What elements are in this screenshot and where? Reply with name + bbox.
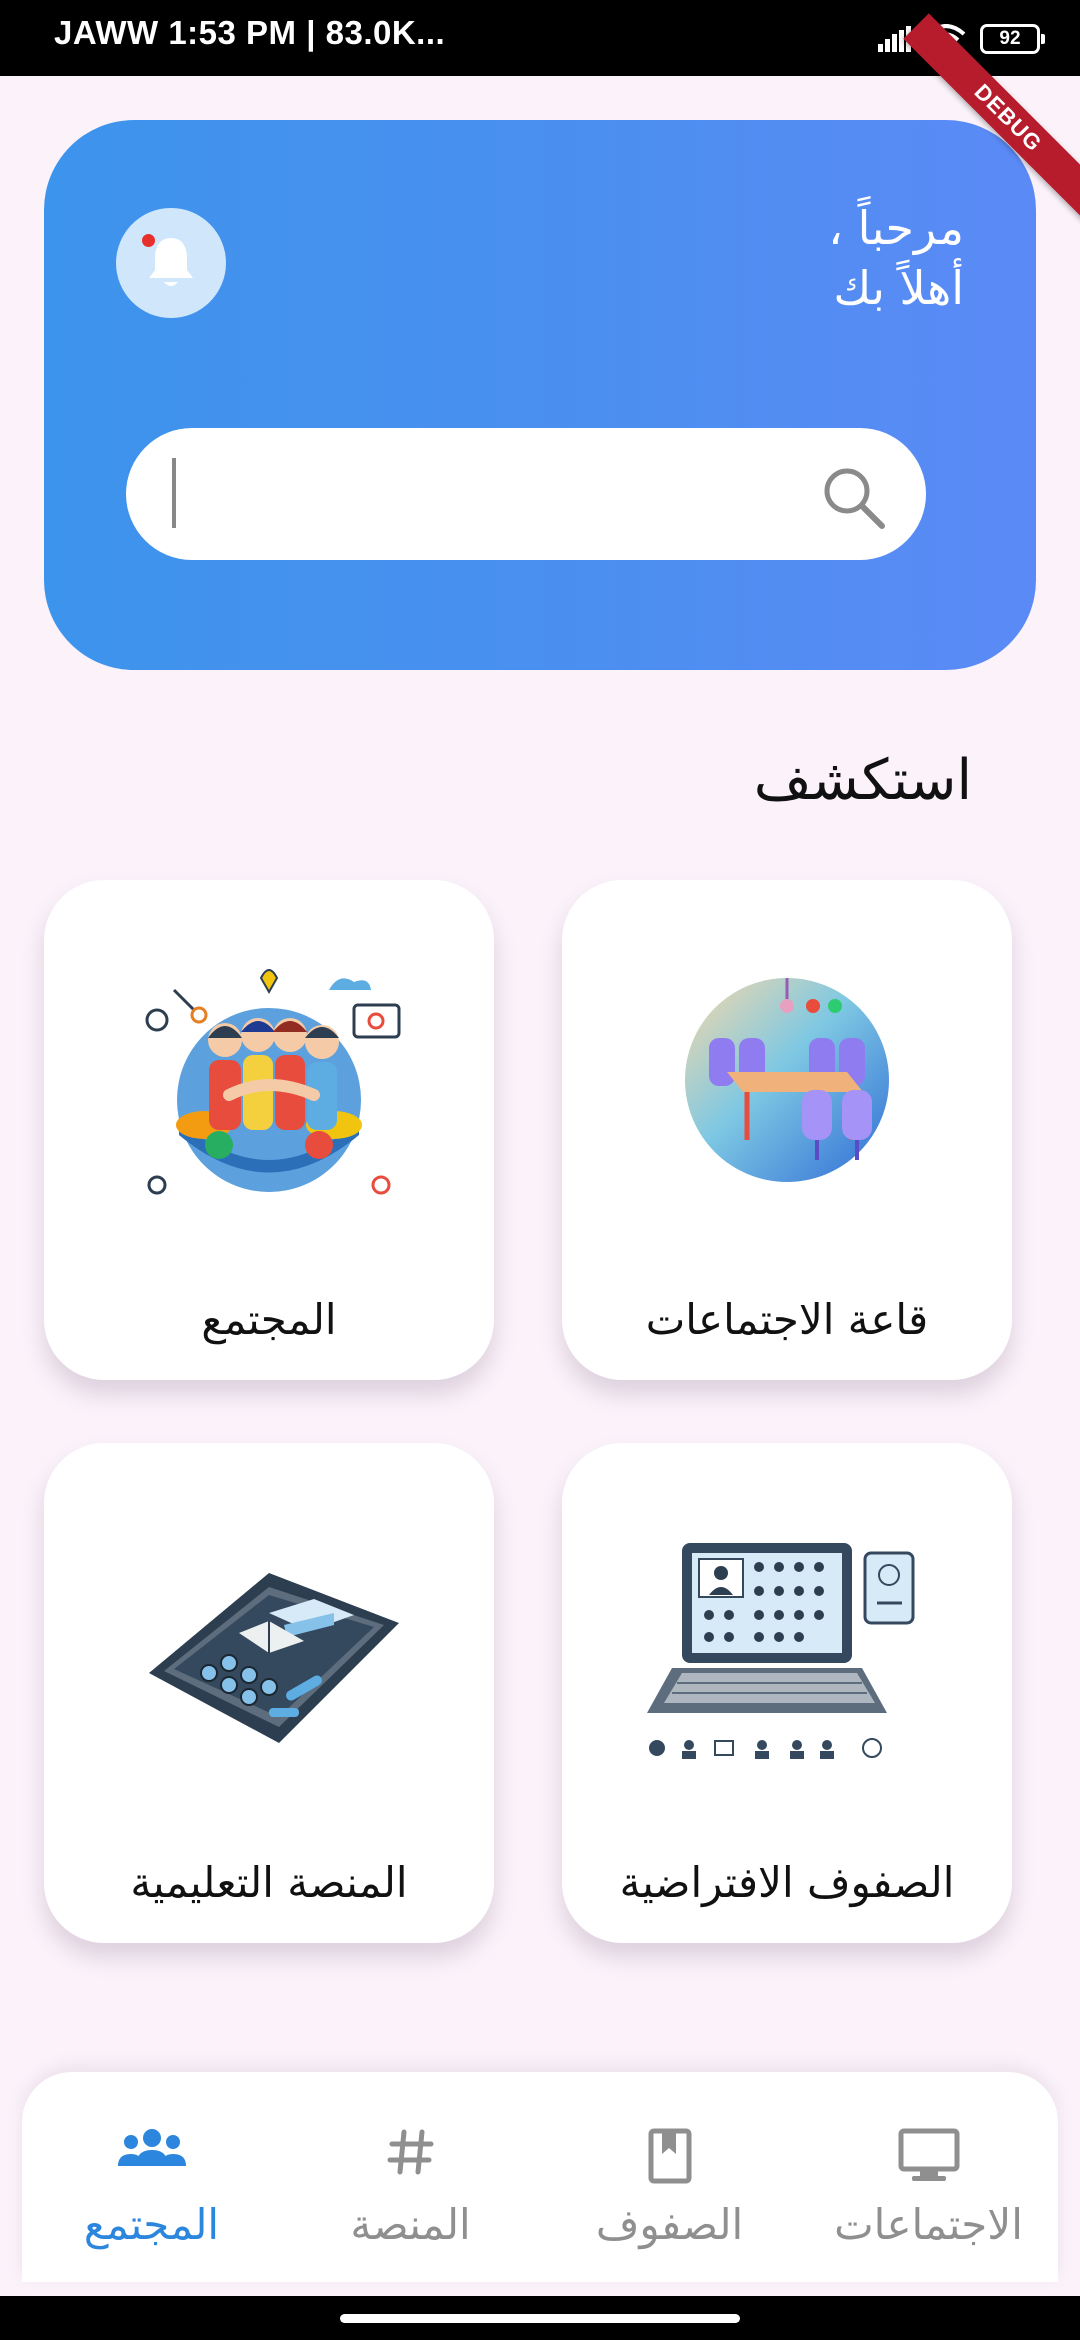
nav-item-platform[interactable]: المنصة bbox=[281, 2072, 540, 2282]
greeting-line-1: مرحباً ، bbox=[828, 201, 964, 255]
virtual-classes-card-label: الصفوف الافتراضية bbox=[619, 1858, 955, 1907]
greeting-line-2: أهلاً بك bbox=[833, 261, 964, 315]
education-platform-card-label: المنصة التعليمية bbox=[130, 1858, 408, 1907]
community-card[interactable]: المجتمع bbox=[44, 880, 494, 1380]
nav-label-classes: الصفوف bbox=[595, 2200, 744, 2249]
nav-label-platform: المنصة bbox=[350, 2200, 471, 2249]
bell-icon bbox=[149, 238, 193, 286]
meeting-room-illustration bbox=[685, 978, 889, 1182]
nav-label-meetings: الاجتماعات bbox=[834, 2200, 1023, 2249]
virtual-classroom-illustration bbox=[647, 1543, 915, 1759]
community-card-label: المجتمع bbox=[201, 1295, 337, 1344]
status-bar-text: JAWW⁠ 1:53 PM | 83.0K... bbox=[54, 14, 446, 51]
search-icon[interactable] bbox=[820, 464, 886, 530]
explore-title: استكشف bbox=[753, 748, 972, 813]
education-platform-card[interactable]: المنصة التعليمية bbox=[44, 1443, 494, 1943]
group-icon bbox=[117, 2129, 186, 2166]
meeting-room-card[interactable]: قاعة الاجتماعات bbox=[562, 880, 1012, 1380]
virtual-classes-card[interactable]: الصفوف الافتراضية bbox=[562, 1443, 1012, 1943]
battery-icon: 92 bbox=[980, 24, 1045, 54]
header-card: مرحباً ، أهلاً بك bbox=[44, 120, 1036, 670]
greeting: مرحباً ، أهلاً بك bbox=[828, 198, 964, 318]
book-icon bbox=[648, 2128, 691, 2184]
search-input[interactable] bbox=[166, 448, 790, 542]
tablet-education-illustration bbox=[149, 1573, 399, 1743]
notification-dot bbox=[142, 234, 155, 247]
hashtag-icon bbox=[387, 2129, 433, 2175]
nav-item-classes[interactable]: الصفوف bbox=[540, 2072, 799, 2282]
text-cursor bbox=[172, 458, 176, 528]
notification-button[interactable] bbox=[116, 208, 226, 318]
bottom-navigation: المجتمع المنصة الصفوف الاجتماعات bbox=[22, 2072, 1058, 2282]
monitor-icon bbox=[898, 2128, 959, 2181]
meeting-room-card-label: قاعة الاجتماعات bbox=[645, 1295, 929, 1344]
search-bar[interactable] bbox=[126, 428, 926, 560]
home-indicator[interactable] bbox=[340, 2314, 740, 2323]
community-illustration bbox=[145, 969, 401, 1195]
nav-item-meetings[interactable]: الاجتماعات bbox=[799, 2072, 1058, 2282]
nav-label-community: المجتمع bbox=[83, 2200, 220, 2249]
battery-level: 92 bbox=[999, 28, 1021, 49]
nav-item-community[interactable]: المجتمع bbox=[22, 2072, 281, 2282]
